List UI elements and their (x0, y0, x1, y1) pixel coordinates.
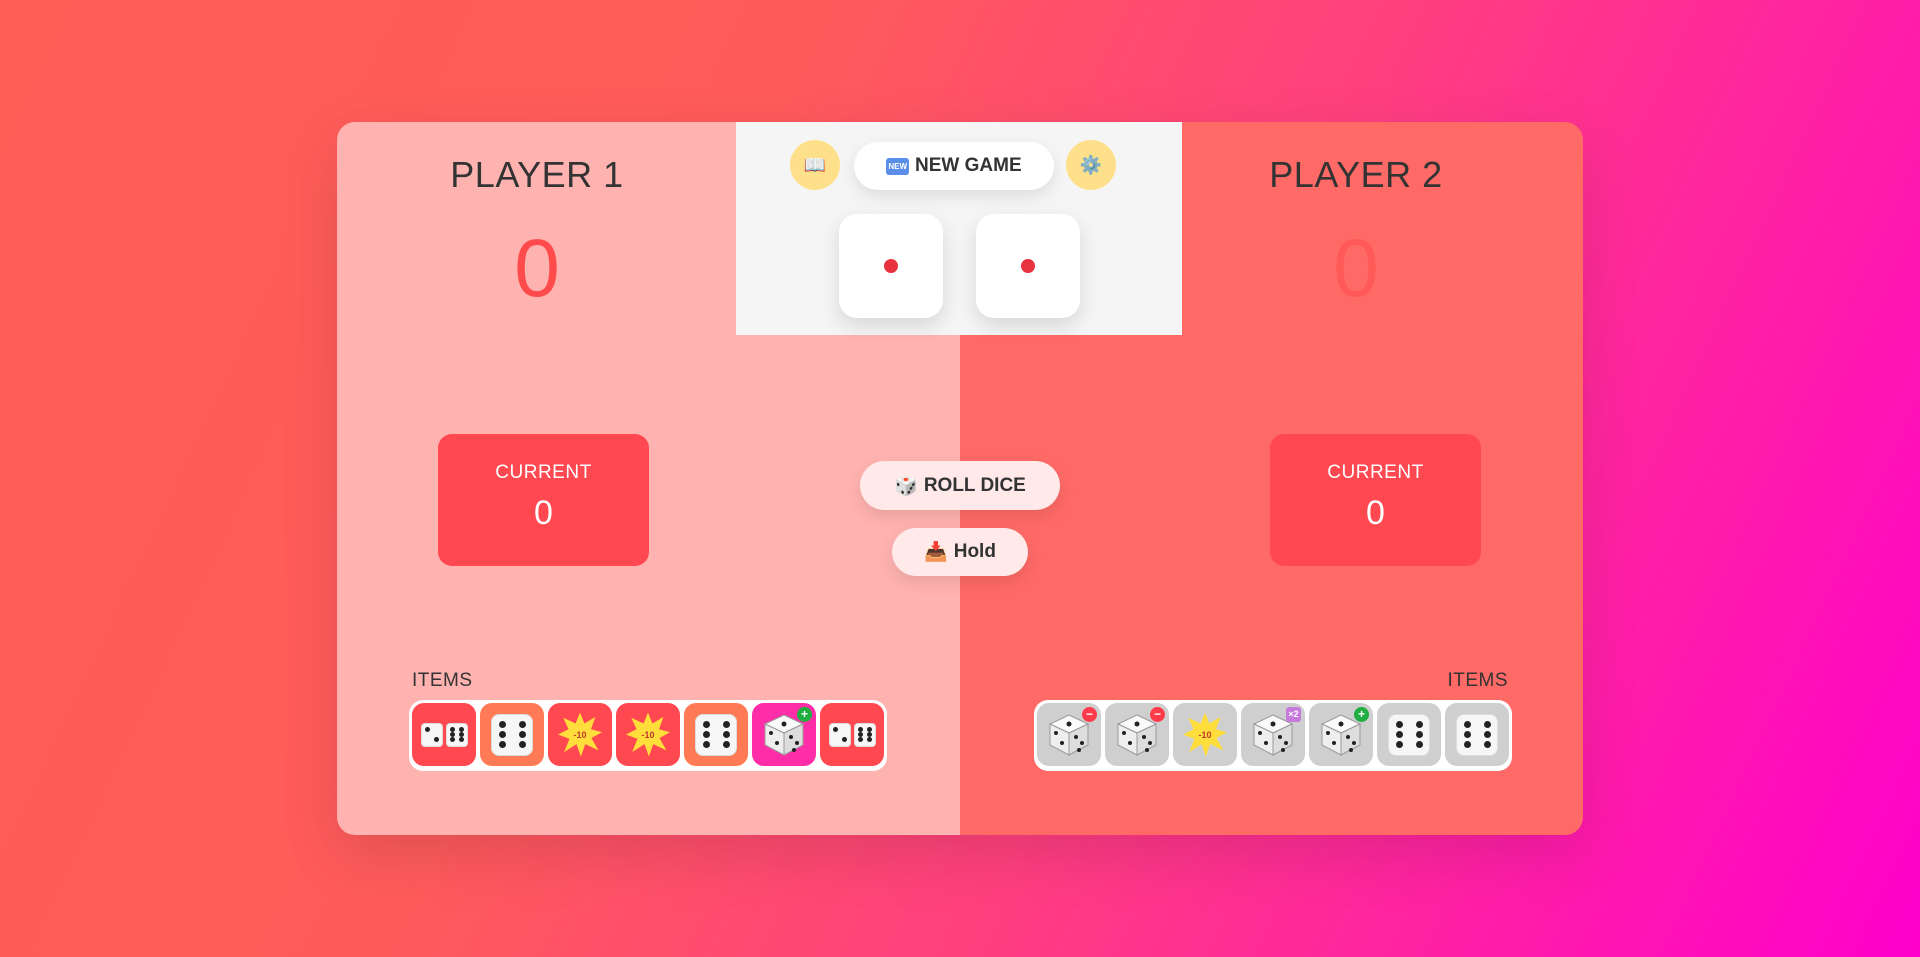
explosion-item[interactable]: -10 (548, 703, 612, 766)
player-1-name: PLAYER 1 (450, 154, 624, 195)
new-game-button[interactable]: NEW NEW GAME (854, 142, 1054, 190)
player-2-name: PLAYER 2 (1269, 154, 1443, 195)
player-2-score: 0 (1333, 223, 1379, 314)
six-die-icon (1388, 713, 1430, 756)
die-pip (1021, 259, 1035, 273)
minus-badge-icon: − (1082, 707, 1097, 722)
player-2-items-label: ITEMS (1447, 670, 1508, 691)
explosion-icon: -10 (1183, 712, 1227, 757)
six-die-icon (853, 722, 876, 747)
add-die-item[interactable]: + (752, 703, 816, 766)
hold-label: Hold (953, 541, 996, 562)
plus-badge-icon: + (1354, 707, 1369, 722)
player-2-current-label: CURRENT (1327, 462, 1424, 483)
minus-badge-icon: − (1150, 707, 1165, 722)
explosion-item[interactable]: -10 (1173, 703, 1237, 766)
die-pip (884, 259, 898, 273)
x2-die-item[interactable]: ×2 (1241, 703, 1305, 766)
minus-die-item[interactable]: − (1037, 703, 1101, 766)
die-2 (976, 214, 1080, 318)
die-1 (839, 214, 943, 318)
six-die-item[interactable] (1445, 703, 1509, 766)
player-1-score: 0 (514, 223, 560, 314)
two-die-icon (828, 722, 851, 747)
six-die-item[interactable] (480, 703, 544, 766)
player-1-current-box: CURRENT 0 (438, 434, 649, 566)
roll-dice-button[interactable]: 🎲 ROLL DICE (860, 461, 1060, 510)
settings-button[interactable]: ⚙️ (1066, 140, 1116, 190)
inbox-icon: 📥 (924, 542, 948, 563)
roll-dice-label: ROLL DICE (923, 474, 1026, 496)
gear-icon: ⚙️ (1079, 154, 1103, 175)
six-die-icon (695, 713, 737, 756)
player-2-current-box: CURRENT 0 (1270, 434, 1481, 566)
hold-button[interactable]: 📥 Hold (892, 528, 1028, 576)
six-die-item[interactable] (1377, 703, 1441, 766)
double-dice-item[interactable] (820, 703, 884, 766)
player-1-items-label: ITEMS (412, 670, 473, 691)
six-die-icon (445, 722, 468, 747)
six-die-icon (491, 713, 533, 756)
add-die-item[interactable]: + (1309, 703, 1373, 766)
book-icon: 📖 (803, 154, 827, 175)
explosion-icon: -10 (558, 712, 602, 757)
player-1-current-label: CURRENT (495, 462, 592, 483)
two-die-icon (420, 722, 443, 747)
explosion-item[interactable]: -10 (616, 703, 680, 766)
explosion-icon: -10 (626, 712, 670, 757)
six-die-item[interactable] (684, 703, 748, 766)
rules-button[interactable]: 📖 (790, 140, 840, 190)
player-1-current-value: 0 (534, 494, 553, 532)
six-die-icon (1456, 713, 1498, 756)
player-2-items-tray: − − -10 ×2 + (1034, 700, 1512, 771)
dice-area: 📖 NEW NEW GAME ⚙️ (736, 122, 1182, 335)
dice-icon: 🎲 (894, 475, 918, 497)
player-2-current-value: 0 (1366, 494, 1385, 532)
new-game-label: NEW GAME (915, 155, 1022, 176)
x2-badge-icon: ×2 (1286, 707, 1301, 722)
new-icon: NEW (886, 157, 910, 175)
double-dice-item[interactable] (412, 703, 476, 766)
plus-badge-icon: + (797, 707, 812, 722)
minus-die-item[interactable]: − (1105, 703, 1169, 766)
player-1-items-tray: -10 -10 + (409, 700, 887, 771)
